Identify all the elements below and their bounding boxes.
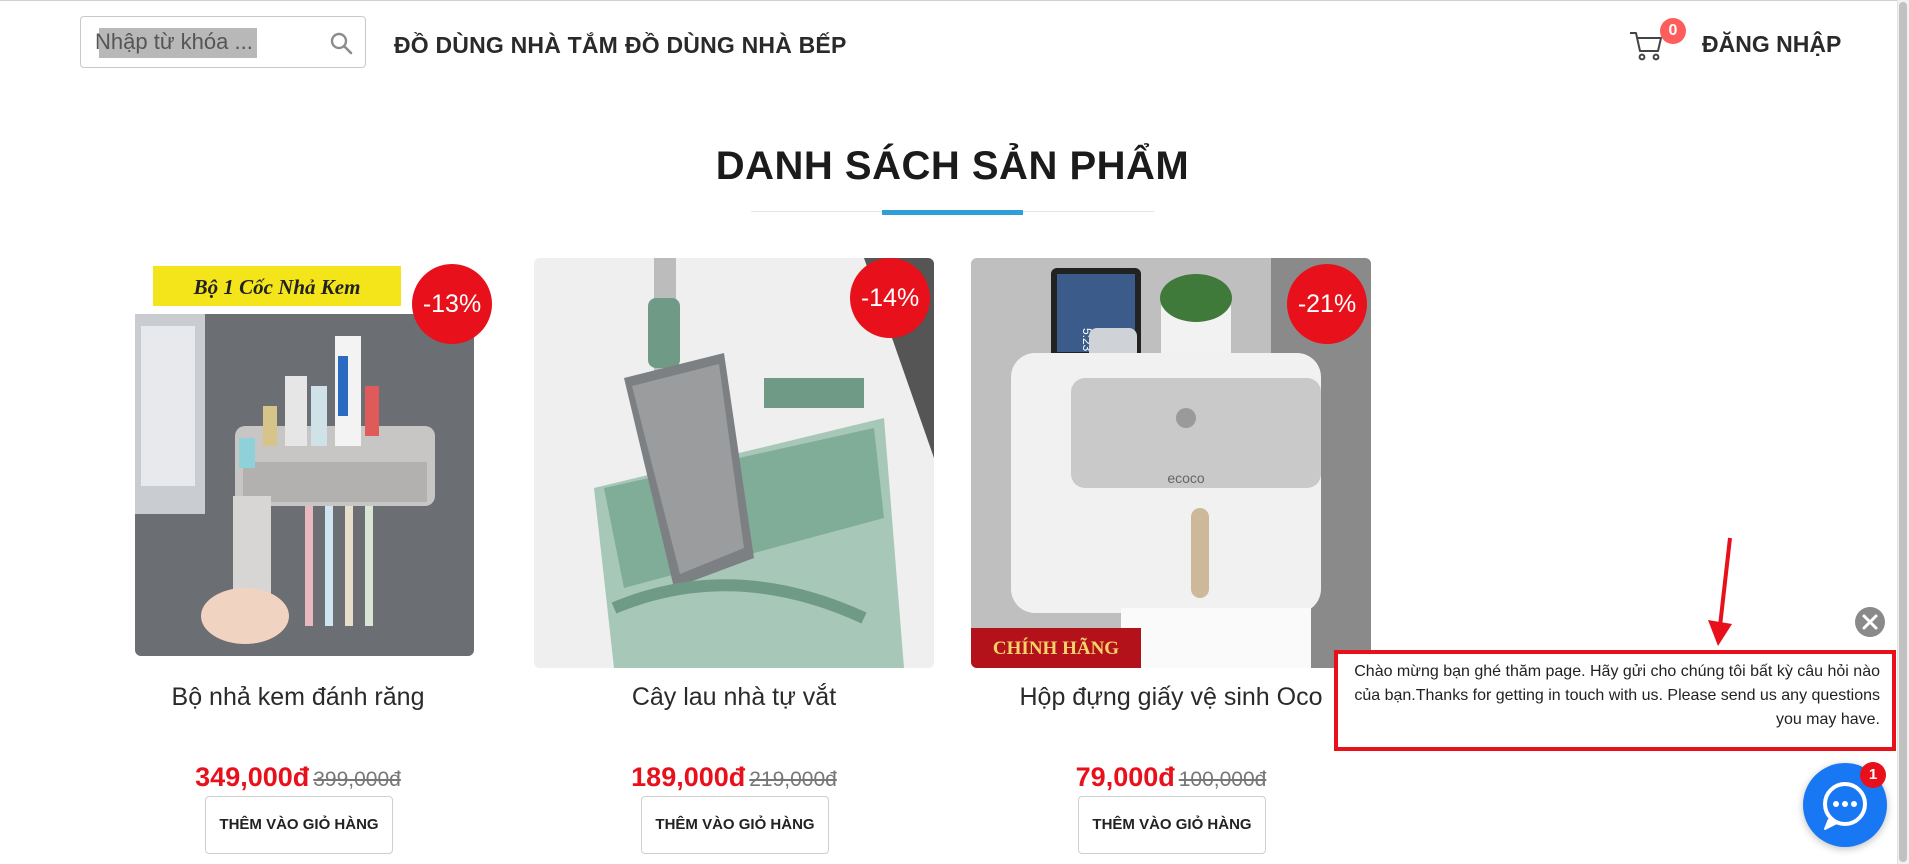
product-name[interactable]: Cây lau nhà tự vắt [534, 683, 934, 712]
annotation-arrow-icon [1708, 537, 1732, 646]
add-to-cart-button[interactable]: THÊM VÀO GIỎ HÀNG [205, 796, 393, 854]
top-border [0, 0, 1909, 1]
product-price: 349,000đ [195, 762, 310, 792]
chat-greeting-bubble[interactable]: Chào mừng bạn ghé thăm page. Hãy gửi cho… [1334, 650, 1896, 751]
nav-bathroom-link[interactable]: ĐỒ DÙNG NHÀ TẮM [394, 32, 618, 59]
product-old-price: 100,000đ [1178, 768, 1267, 791]
scrollbar-thumb[interactable] [1899, 2, 1907, 862]
search-input[interactable] [95, 27, 315, 57]
close-icon [1862, 614, 1878, 630]
section-title: DANH SÁCH SẢN PHẨM [715, 144, 1190, 188]
search-box[interactable] [80, 16, 366, 68]
price-row: 189,000đ 219,000đ [534, 762, 934, 793]
add-to-cart-button[interactable]: THÊM VÀO GIỎ HÀNG [641, 796, 829, 854]
discount-badge: -14% [850, 258, 930, 338]
chat-unread-badge: 1 [1860, 762, 1886, 788]
product-name[interactable]: Hộp đựng giấy vệ sinh Oco [971, 683, 1371, 712]
price-row: 349,000đ 399,000đ [98, 762, 498, 793]
nav-kitchen-link[interactable]: ĐỒ DÙNG NHÀ BẾP [625, 32, 847, 59]
product-price: 189,000đ [631, 762, 746, 792]
product-old-price: 219,000đ [749, 768, 837, 791]
scrollbar[interactable] [1897, 0, 1909, 864]
cart-icon[interactable] [1628, 30, 1664, 62]
discount-badge: -13% [412, 264, 492, 344]
product-old-price: 399,000đ [313, 768, 401, 791]
image-banner-text: Bộ 1 Cốc Nhả Kem [193, 275, 361, 299]
search-icon[interactable] [329, 31, 353, 55]
cart-count-badge: 0 [1660, 18, 1686, 44]
login-link[interactable]: ĐĂNG NHẬP [1702, 31, 1841, 58]
image-stamp-text: CHÍNH HÃNG [993, 637, 1119, 659]
product-price: 79,000đ [1075, 762, 1175, 792]
discount-badge: -21% [1287, 264, 1367, 344]
product-name[interactable]: Bộ nhả kem đánh răng [98, 683, 498, 712]
price-row: 79,000đ 100,000đ [971, 762, 1371, 793]
image-brand-text: ecoco [1167, 470, 1205, 486]
add-to-cart-button[interactable]: THÊM VÀO GIỎ HÀNG [1078, 796, 1266, 854]
chat-close-button[interactable] [1855, 607, 1885, 637]
title-accent-bar [882, 210, 1023, 215]
